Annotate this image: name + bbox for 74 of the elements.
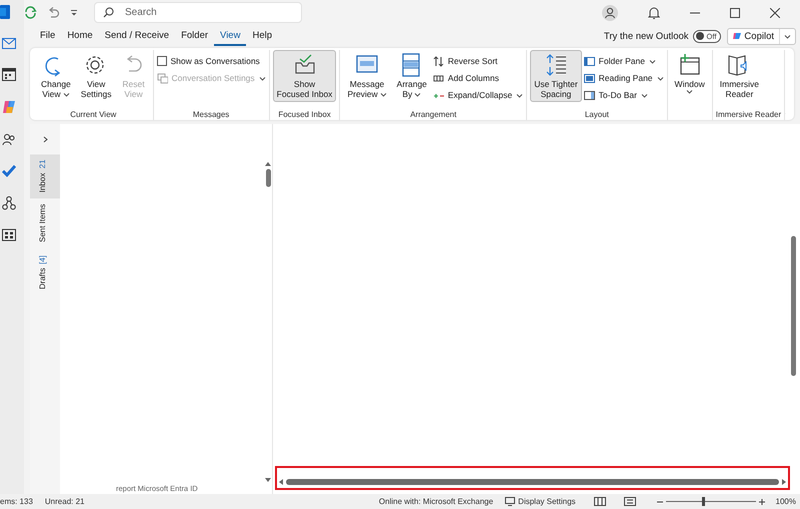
copilot-icon[interactable]	[2, 100, 16, 114]
menu-tab[interactable]: Help	[246, 26, 278, 46]
ribbon-button[interactable]: View Settings	[76, 50, 116, 102]
ribbon-button[interactable]: Add Columns	[432, 71, 524, 85]
new-window-icon	[678, 53, 702, 77]
caret-icon	[784, 34, 791, 38]
org-chart-icon[interactable]	[2, 196, 16, 210]
maximize-icon[interactable]	[730, 8, 740, 18]
sync-icon[interactable]	[24, 6, 37, 19]
scroll-thumb[interactable]	[266, 169, 270, 187]
sort-arrows-icon	[432, 56, 444, 66]
checkmark-icon[interactable]	[2, 165, 16, 177]
ribbon-button[interactable]: Show Focused Inbox	[272, 50, 336, 102]
people-icon[interactable]	[2, 133, 16, 146]
menu-tab[interactable]: Send / Receive	[98, 26, 176, 46]
group-label: Focused Inbox	[277, 109, 332, 120]
apps-icon[interactable]	[2, 229, 16, 241]
connection-status: Online with: Microsoft Exchange	[378, 497, 494, 506]
menu-tab[interactable]: File	[34, 26, 62, 46]
display-settings-button[interactable]: Display Settings	[505, 497, 576, 506]
calendar-icon[interactable]	[2, 68, 16, 81]
menu-tab[interactable]: View	[214, 26, 246, 46]
display-icon	[505, 497, 516, 506]
mailbox-tab[interactable]: Drafts [4]	[30, 248, 60, 295]
ribbon-button[interactable]: Expand/Collapse	[432, 88, 524, 102]
ribbon-button[interactable]: Reverse Sort	[432, 54, 524, 68]
ribbon-button[interactable]: Folder Pane	[584, 54, 664, 68]
ribbon-button[interactable]: Use Tighter Spacing	[530, 50, 582, 102]
copilot-icon	[733, 32, 742, 40]
ribbon-button[interactable]: Arrange By	[392, 50, 431, 102]
scroll-thumb[interactable]	[791, 236, 796, 376]
pane-icon	[584, 90, 595, 100]
unread-count: Unread: 21	[44, 497, 84, 506]
ribbon-button[interactable]: Change View	[37, 50, 75, 102]
pane-icon	[584, 56, 595, 66]
dropdown-caret-icon[interactable]	[70, 8, 78, 16]
search-field[interactable]: Search	[94, 2, 302, 23]
menu-tab[interactable]: Folder	[175, 26, 214, 46]
notification-bell-icon[interactable]	[648, 6, 660, 20]
ribbon-button[interactable]: Window	[670, 50, 709, 97]
conversation-icon	[156, 72, 168, 84]
reading-view-icon[interactable]	[624, 497, 636, 506]
scroll-left-icon[interactable]	[279, 479, 283, 485]
zoom-level: 100%	[776, 497, 796, 506]
group-label: Arrangement	[409, 109, 458, 120]
ribbon-button[interactable]: Immersive Reader	[716, 50, 763, 102]
menu-tab[interactable]: Home	[61, 26, 99, 46]
scroll-up-icon[interactable]	[265, 162, 271, 166]
item-count: ems: 133	[0, 497, 33, 506]
scroll-down-icon[interactable]	[265, 478, 271, 482]
group-label: Immersive Reader	[716, 109, 782, 120]
columns-icon	[432, 72, 444, 84]
undo-icon[interactable]	[47, 6, 60, 19]
group-label: Current View	[69, 109, 118, 120]
account-icon[interactable]	[602, 4, 618, 20]
ribbon-button[interactable]: Reading Pane	[584, 71, 664, 85]
zoom-in-icon[interactable]	[758, 498, 765, 504]
try-new-outlook-label: Try the new Outlook	[604, 30, 689, 42]
group-label: Layout	[584, 109, 610, 120]
ribbon-button[interactable]: To-Do Bar	[584, 88, 664, 102]
mailbox-tab[interactable]: Sent Items	[30, 198, 60, 249]
group-label: Messages	[192, 109, 230, 120]
expand-chevron-icon[interactable]	[42, 136, 48, 143]
checkbox[interactable]: Show as Conversations	[156, 54, 266, 68]
ribbon-button[interactable]: Message Preview	[343, 50, 391, 102]
scroll-right-icon[interactable]	[782, 479, 786, 485]
mail-icon[interactable]	[2, 38, 16, 49]
close-icon[interactable]	[770, 8, 780, 18]
mailbox-tab[interactable]: Inbox 21	[30, 154, 60, 198]
scroll-thumb[interactable]	[286, 479, 779, 485]
line-spacing-icon	[544, 53, 568, 77]
search-icon	[103, 7, 114, 18]
pane-icon	[584, 72, 595, 84]
normal-view-icon[interactable]	[594, 497, 606, 506]
